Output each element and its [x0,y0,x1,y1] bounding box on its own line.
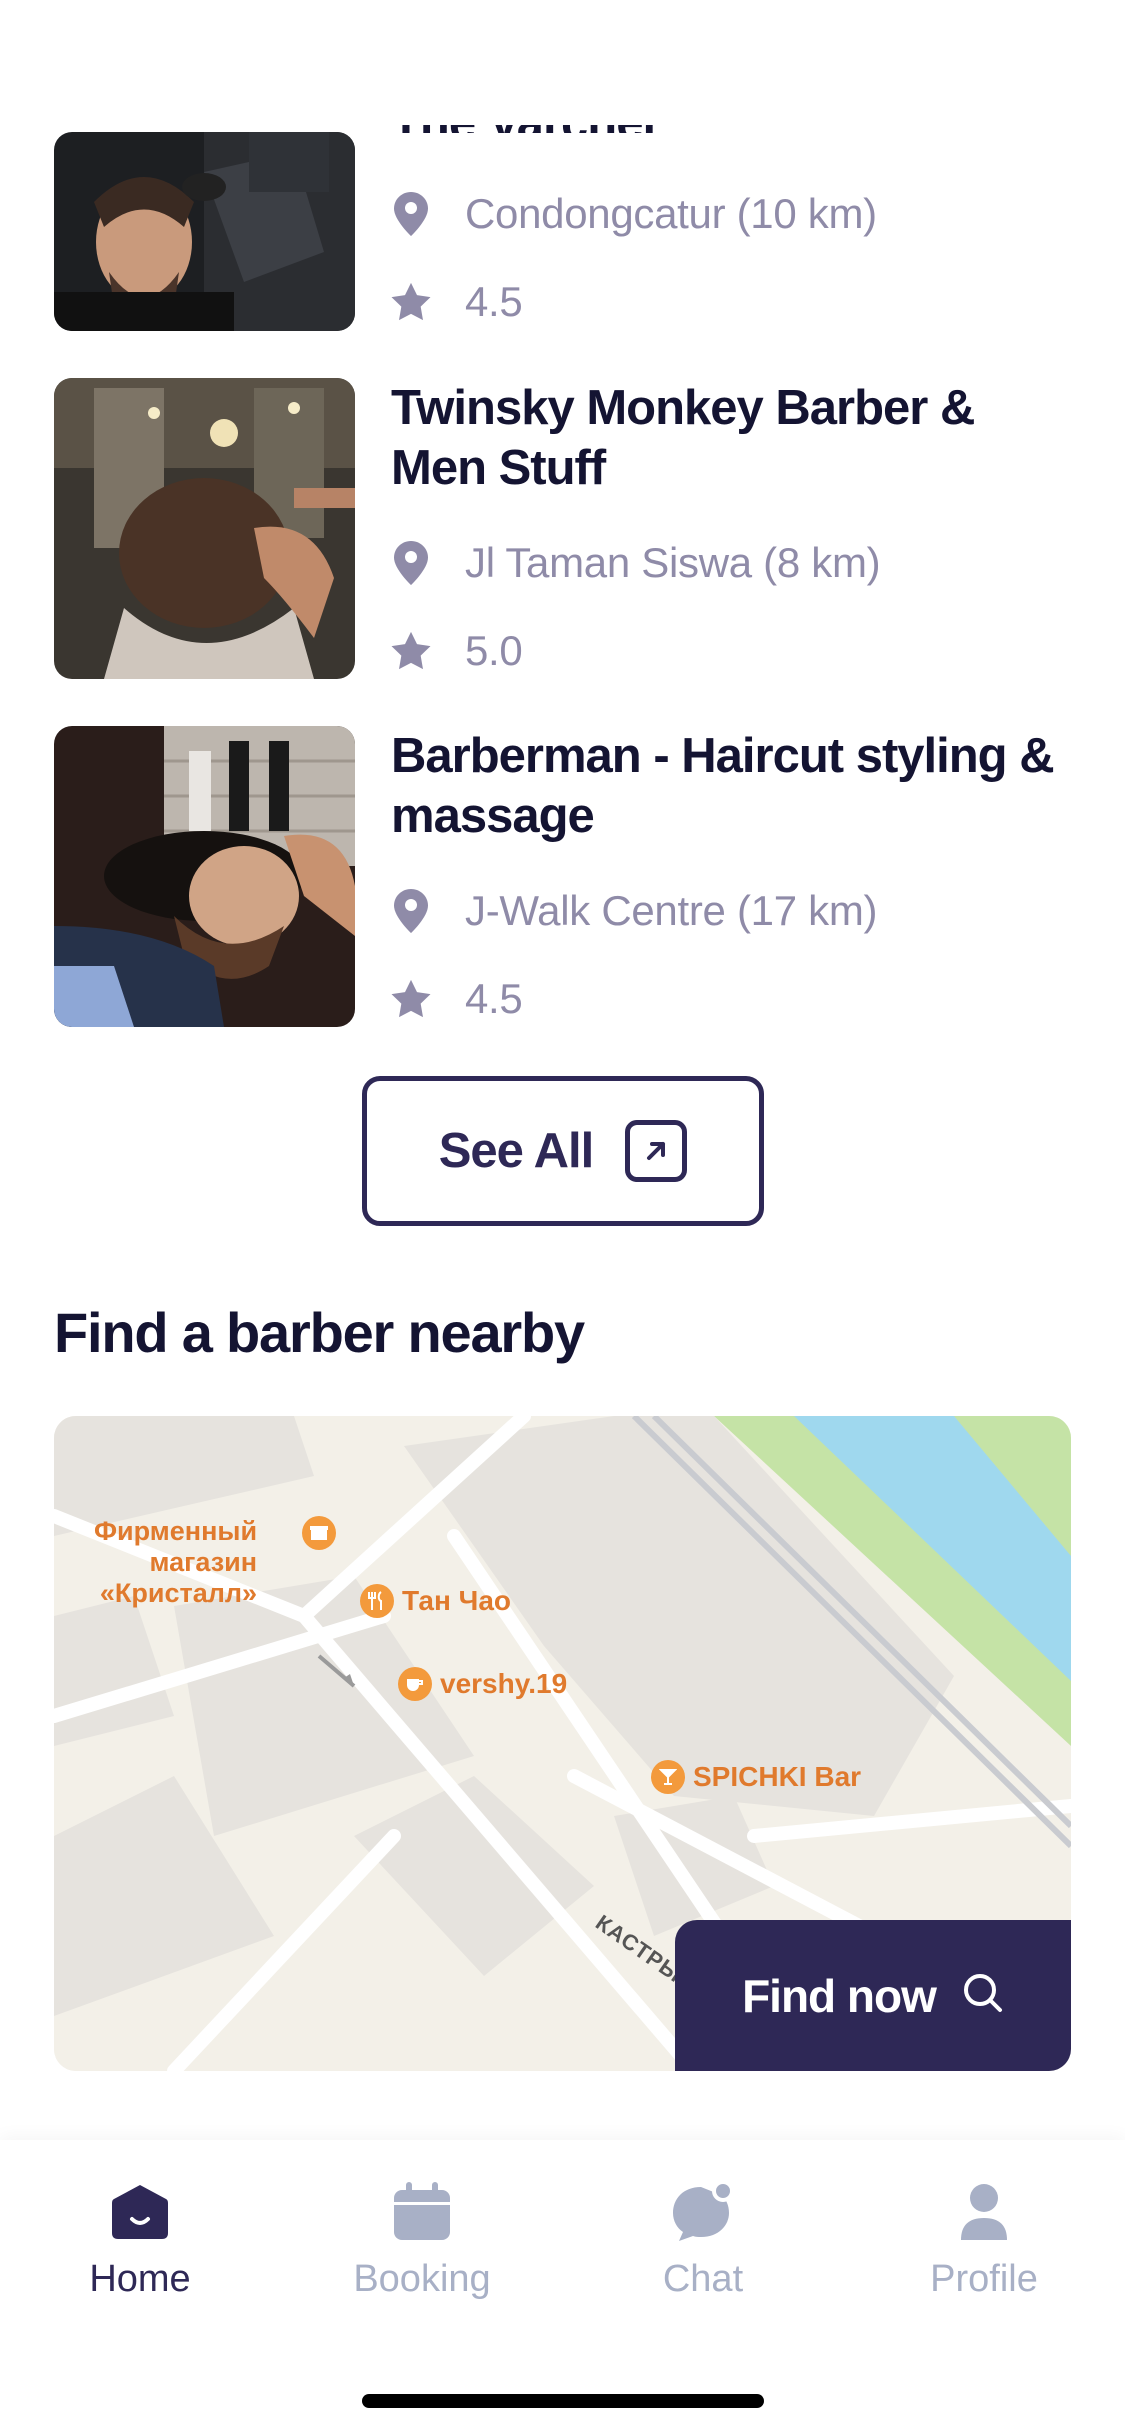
chat-icon [671,2180,735,2244]
list-item[interactable]: Twinsky Monkey Barber & Men Stuff Jl Tam… [54,378,1071,679]
bottom-tab-bar: Home Booking Chat Profile [0,2140,1125,2436]
divider [54,125,355,130]
tab-home[interactable]: Home [40,2180,240,2320]
see-all-label: See All [438,1124,595,1178]
barbershop-photo [54,726,355,1027]
tab-profile[interactable]: Profile [884,2180,1084,2320]
map-poi-store[interactable]: Фирменный магазин «Кристалл» [94,1516,257,1609]
shop-location: Condongcatur (10 km) [391,184,877,244]
home-indicator [362,2394,764,2408]
poi-label: SPICHKI Bar [693,1761,862,1792]
poi-label: vershy.19 [440,1668,568,1699]
star-icon [391,976,431,1022]
search-icon [962,1972,1004,2019]
location-pin-icon [391,191,431,237]
profile-icon [952,2180,1016,2244]
shop-rating: 4.5 [391,272,523,332]
location-pin-icon [391,888,431,934]
calendar-icon [390,2180,454,2244]
status-bar-area [0,0,1125,125]
rating-text: 4.5 [465,278,523,325]
shop-name: Barberman - Haircut styling & massage [391,729,1055,843]
location-text: Condongcatur (10 km) [465,190,877,237]
home-icon [108,2180,172,2244]
rating-text: 4.5 [465,975,523,1022]
list-item[interactable]: Barberman - Haircut styling & massage J-… [54,726,1071,1027]
map-poi-tan-chao[interactable]: Тан Чао [360,1584,511,1618]
map-poi-spichki[interactable]: SPICHKI Bar [651,1760,861,1794]
poi-label: Тан Чао [402,1585,512,1616]
shop-location: J-Walk Centre (17 km) [391,881,878,941]
store-icon [302,1516,336,1550]
star-icon [391,628,431,674]
location-text: Jl Taman Siswa (8 km) [465,539,881,586]
shop-rating: 4.5 [391,969,523,1029]
see-all-button[interactable]: See All [362,1076,764,1226]
location-pin-icon [391,540,431,586]
barbershop-photo [54,378,355,679]
shop-location: Jl Taman Siswa (8 km) [391,533,881,593]
map-poi-vershy[interactable]: vershy.19 [398,1667,567,1701]
tab-label: Home [89,2258,191,2300]
external-arrow-icon [625,1120,688,1182]
star-icon [391,279,431,325]
tab-booking[interactable]: Booking [322,2180,522,2320]
find-now-button[interactable]: Find now [675,1920,1071,2071]
bar-icon [651,1760,685,1794]
map-poi-store-marker[interactable] [302,1516,344,1550]
restaurant-icon [360,1584,394,1618]
location-text: J-Walk Centre (17 km) [465,887,878,934]
section-title: Find a barber nearby [54,1301,585,1364]
tab-label: Chat [662,2258,744,2300]
home-screen: The Varcher Condongcatur (10 km) 4.5 [0,0,1125,2436]
shop-rating: 5.0 [391,621,523,681]
barbershop-photo [54,132,355,331]
find-now-label: Find now [742,1969,937,2022]
tab-chat[interactable]: Chat [603,2180,803,2320]
tab-label: Booking [353,2258,491,2300]
rating-text: 5.0 [465,627,523,674]
cafe-icon [398,1667,432,1701]
tab-label: Profile [930,2258,1038,2300]
shop-name: Twinsky Monkey Barber & Men Stuff [391,381,975,495]
